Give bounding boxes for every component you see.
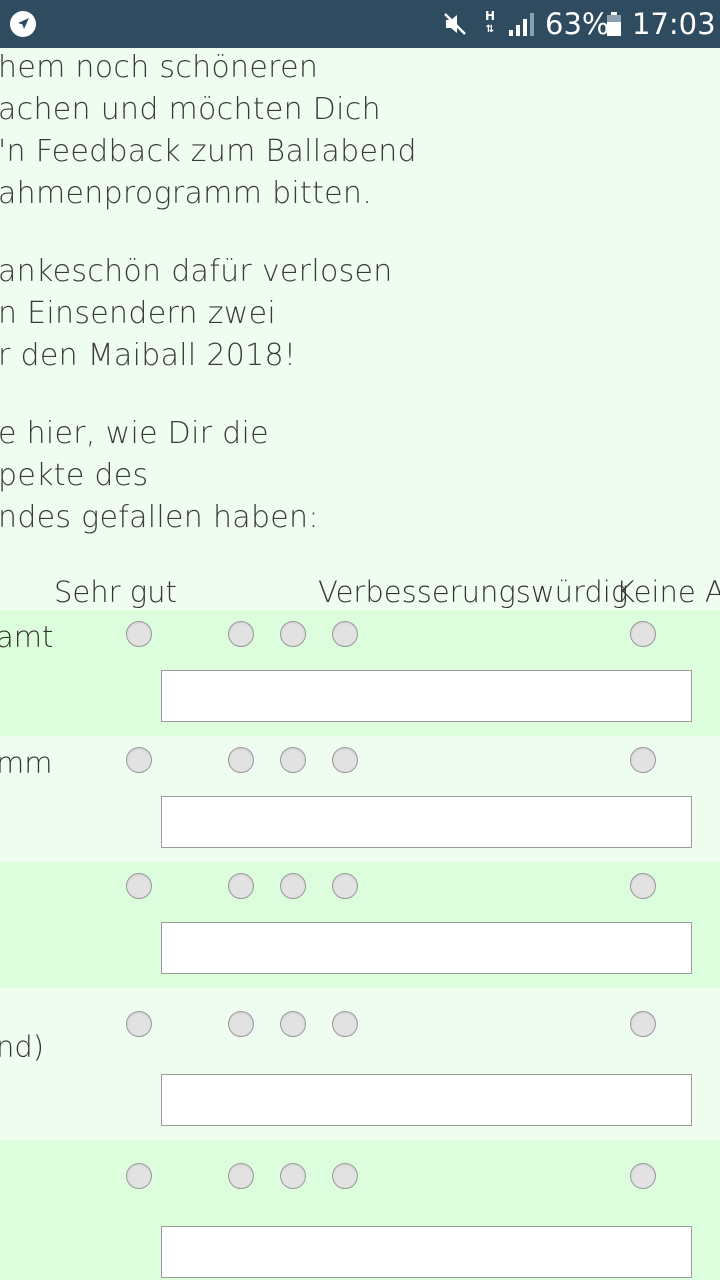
survey-row	[0, 862, 720, 988]
survey-row: amt	[0, 610, 720, 736]
radio-option-3[interactable]	[280, 873, 306, 899]
intro-line: pekte des	[0, 458, 149, 493]
radio-option-3[interactable]	[280, 747, 306, 773]
radio-option-1[interactable]	[126, 621, 152, 647]
row-label: mm	[0, 746, 53, 780]
radio-option-no-answer[interactable]	[630, 1011, 656, 1037]
comment-input[interactable]	[161, 922, 692, 974]
radio-option-4[interactable]	[332, 1163, 358, 1189]
intro-line: 'n Feedback zum Ballabend	[0, 134, 417, 169]
radio-option-1[interactable]	[126, 747, 152, 773]
intro-line: ahmenprogramm bitten.	[0, 176, 373, 211]
status-bar: H ⇅ 63% 17:03	[0, 0, 720, 48]
battery-icon	[607, 12, 621, 36]
radio-option-no-answer[interactable]	[630, 747, 656, 773]
radio-option-4[interactable]	[332, 873, 358, 899]
radio-option-3[interactable]	[280, 1011, 306, 1037]
comment-input[interactable]	[161, 1074, 692, 1126]
intro-line: achen und möchten Dich	[0, 92, 381, 127]
row-label: amt	[0, 620, 54, 654]
intro-line: r den Maiball 2018!	[0, 338, 297, 373]
battery-percent: 63%	[545, 7, 610, 41]
radio-option-3[interactable]	[280, 1163, 306, 1189]
comment-input[interactable]	[161, 670, 692, 722]
network-h-icon: H ⇅	[484, 9, 496, 35]
radio-option-no-answer[interactable]	[630, 621, 656, 647]
radio-option-no-answer[interactable]	[630, 1163, 656, 1189]
comment-input[interactable]	[161, 796, 692, 848]
intro-line: ankeschön dafür verlosen	[0, 254, 393, 289]
radio-option-2[interactable]	[228, 873, 254, 899]
clock: 17:03	[632, 7, 716, 41]
signal-icon	[509, 13, 534, 36]
radio-option-2[interactable]	[228, 1011, 254, 1037]
radio-option-2[interactable]	[228, 1163, 254, 1189]
column-header-sehr-gut: Sehr gut	[54, 575, 177, 609]
radio-option-1[interactable]	[126, 873, 152, 899]
radio-option-4[interactable]	[332, 747, 358, 773]
column-header-verbesserungswuerdig: Verbesserungswürdig	[318, 575, 629, 609]
radio-option-3[interactable]	[280, 621, 306, 647]
intro-line: hem noch schöneren	[0, 50, 319, 85]
intro-line: e hier, wie Dir die	[0, 416, 269, 451]
mute-icon	[444, 13, 466, 35]
comment-input[interactable]	[161, 1226, 692, 1278]
radio-option-4[interactable]	[332, 1011, 358, 1037]
survey-row: nd)	[0, 988, 720, 1140]
survey-row: mm	[0, 736, 720, 862]
radio-option-2[interactable]	[228, 747, 254, 773]
radio-option-2[interactable]	[228, 621, 254, 647]
radio-option-no-answer[interactable]	[630, 873, 656, 899]
radio-option-1[interactable]	[126, 1163, 152, 1189]
survey-row	[0, 1140, 720, 1280]
radio-option-4[interactable]	[332, 621, 358, 647]
intro-line: ndes gefallen haben:	[0, 500, 319, 535]
row-label: nd)	[0, 1030, 45, 1064]
intro-line: n Einsendern zwei	[0, 296, 276, 331]
column-header-keine-angabe: Keine A	[616, 575, 720, 609]
navigation-icon	[10, 11, 36, 37]
radio-option-1[interactable]	[126, 1011, 152, 1037]
